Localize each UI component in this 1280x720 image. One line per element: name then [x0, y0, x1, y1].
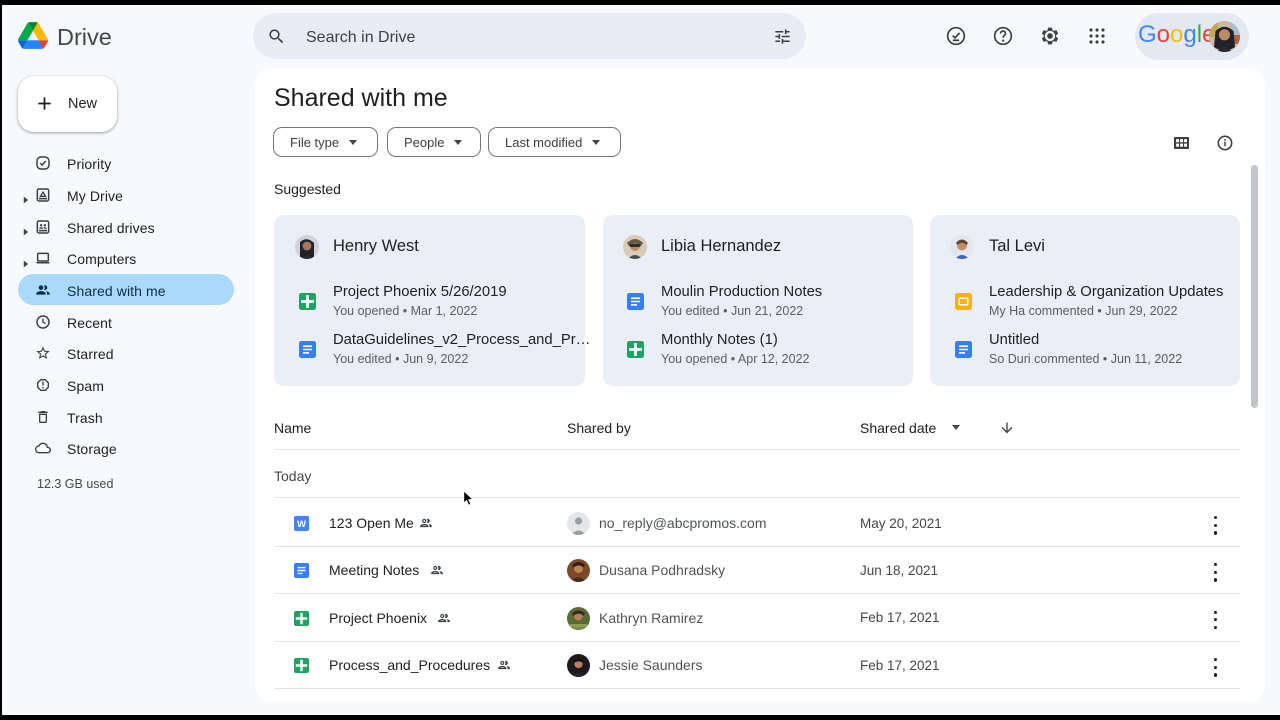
svg-text:W: W — [297, 519, 306, 530]
